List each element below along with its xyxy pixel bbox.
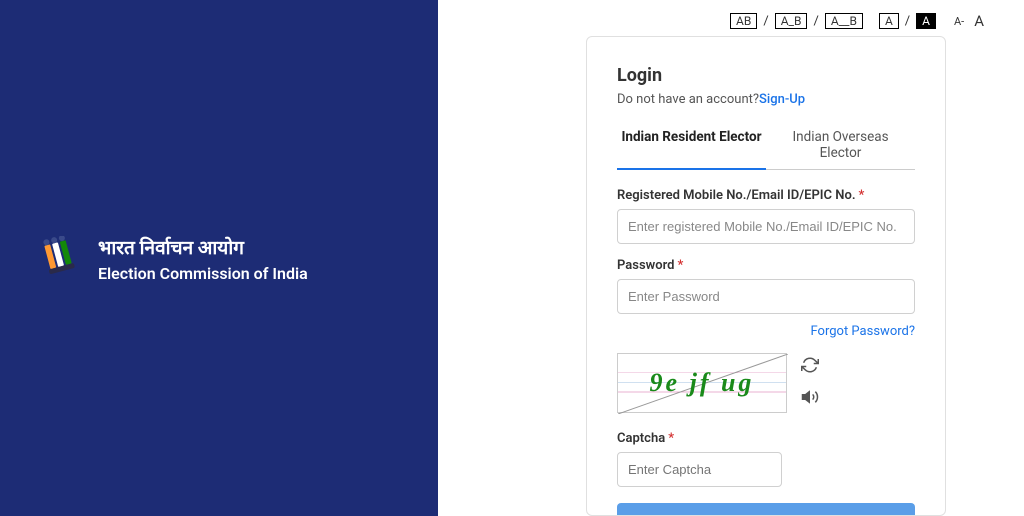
signup-link[interactable]: Sign-Up [759,92,805,107]
tab-resident-elector[interactable]: Indian Resident Elector [617,121,766,170]
font-size-increase[interactable]: A [972,12,986,30]
login-title: Login [617,65,915,86]
contrast-inverted[interactable]: A [916,13,936,29]
letter-spacing-wide[interactable]: A__B [825,13,863,29]
font-size-decrease[interactable]: A- [952,15,966,28]
password-input[interactable] [617,279,915,314]
password-label: Password* [617,258,915,273]
elector-type-tabs: Indian Resident Elector Indian Overseas … [617,121,915,170]
letter-spacing-normal[interactable]: AB [730,13,757,29]
tab-overseas-elector[interactable]: Indian Overseas Elector [766,121,915,169]
letter-spacing-medium[interactable]: A_B [775,13,808,29]
eci-logo-icon [42,236,80,280]
contrast-normal[interactable]: A [879,13,899,29]
accessibility-toolbar: AB / A_B / A__B A / A A- A [476,10,986,32]
captcha-input[interactable] [617,452,782,487]
audio-captcha-icon[interactable] [801,388,819,410]
brand-panel: भारत निर्वाचन आयोग Election Commission o… [0,0,438,516]
forgot-password-link[interactable]: Forgot Password? [810,324,915,339]
refresh-captcha-icon[interactable] [801,356,819,378]
request-otp-button[interactable]: Request OTP [617,503,915,516]
captcha-image: 9e jf ug [617,353,787,413]
mobile-label: Registered Mobile No./Email ID/EPIC No.* [617,188,915,203]
brand-hindi-text: भारत निर्वाचन आयोग [98,234,308,260]
mobile-input[interactable] [617,209,915,244]
captcha-label: Captcha* [617,431,915,446]
brand-english-text: Election Commission of India [98,264,308,283]
signup-prompt: Do not have an account?Sign-Up [617,92,915,107]
login-card: Login Do not have an account?Sign-Up Ind… [586,36,946,516]
